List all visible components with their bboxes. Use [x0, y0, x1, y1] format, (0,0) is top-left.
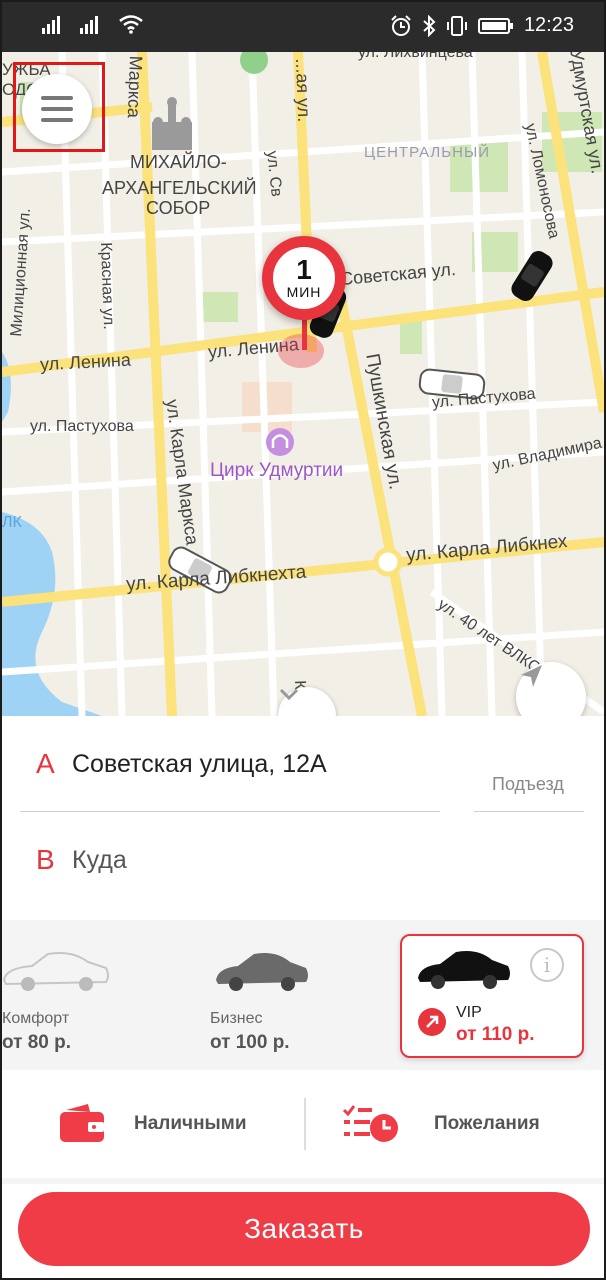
tariff-business[interactable]: Бизнес от 100 р. — [202, 934, 352, 1058]
order-options: Наличными Пожелания — [2, 1070, 604, 1184]
vibrate-icon — [446, 15, 467, 36]
payment-method-label: Наличными — [134, 1113, 247, 1134]
entrance-field[interactable]: Подъезд — [474, 716, 584, 812]
destination-placeholder: Куда — [72, 846, 127, 874]
order-panel: А Советская улица, 12А Подъезд В Куда Ко… — [2, 716, 604, 1278]
tariff-name: Бизнес — [210, 1010, 263, 1027]
signal-icon — [80, 16, 98, 34]
eta-minutes: 1 — [296, 254, 312, 285]
pickup-address: Советская улица, 12А — [72, 750, 327, 778]
tariff-price: от 110 р. — [456, 1024, 535, 1045]
map-label-street: ул. Лихвинцева — [358, 52, 473, 61]
wishes-label: Пожелания — [434, 1113, 540, 1134]
map-label-street: ...ая ул. — [292, 58, 315, 123]
signal-icon — [42, 16, 60, 34]
map-label: АРХАНГЕЛЬСКИЙ — [102, 178, 257, 198]
highlight-box — [13, 62, 105, 152]
map-label: ЛК — [2, 514, 22, 531]
car-business-icon — [216, 953, 308, 991]
tariff-price: от 80 р. — [2, 1032, 72, 1053]
divider — [474, 811, 584, 812]
pickup-pin[interactable]: 1 МИН — [262, 236, 346, 320]
bluetooth-icon — [423, 14, 436, 37]
map-label-street: ул. Пастухова — [30, 418, 134, 435]
tariff-name: Комфорт — [2, 1010, 70, 1027]
navigation-arrow-icon — [521, 665, 542, 687]
car-comfort-icon — [2, 952, 109, 991]
alarm-icon — [391, 14, 411, 36]
wifi-icon — [119, 15, 143, 34]
clock: 12:23 — [523, 14, 574, 36]
car-vip-icon — [418, 951, 510, 989]
map-label: МИХАЙЛО- — [130, 152, 227, 172]
info-icon[interactable]: i — [530, 948, 564, 982]
wallet-icon — [60, 1104, 104, 1142]
tariff-selector: Комфорт от 80 р. Бизнес от 100 р. i VIP … — [2, 920, 604, 1070]
map-label-district: ЦЕНТРАЛЬНЫЙ — [364, 144, 491, 161]
map-label: СОБОР — [146, 198, 211, 218]
wishes-clock-icon — [342, 1105, 398, 1142]
payment-method-button[interactable]: Наличными — [58, 1070, 247, 1178]
pin-shadow — [278, 334, 324, 368]
battery-icon — [477, 17, 513, 34]
map-label-street: Маркса — [123, 55, 146, 119]
status-bar: 12:23 — [2, 2, 604, 52]
map-label-street: Красная ул. — [97, 242, 118, 330]
order-button[interactable]: Заказать — [18, 1192, 590, 1266]
tariff-comfort[interactable]: Комфорт от 80 р. — [2, 934, 152, 1058]
tariff-vip[interactable]: i VIP от 110 р. — [400, 934, 584, 1058]
map-label-circus: Цирк Удмуртии — [210, 460, 344, 481]
destination-field[interactable]: В Куда — [20, 812, 440, 908]
surge-arrow-icon — [418, 1008, 446, 1036]
wishes-button[interactable]: Пожелания — [342, 1070, 540, 1178]
entrance-placeholder: Подъезд — [492, 774, 564, 794]
eta-unit: МИН — [286, 284, 322, 300]
point-a-label: А — [36, 748, 55, 779]
chevron-down-icon — [279, 688, 299, 701]
tariff-price: от 100 р. — [210, 1032, 290, 1053]
divider — [304, 1098, 306, 1150]
app-frame: 12:23 УЖБА МИХАЙЛО- АРХАНГЕЛЬСКИЙ СОБОР … — [0, 0, 606, 1280]
point-b-label: В — [36, 844, 55, 875]
tariff-name: VIP — [456, 1004, 482, 1021]
pickup-address-field[interactable]: А Советская улица, 12А — [20, 716, 440, 812]
